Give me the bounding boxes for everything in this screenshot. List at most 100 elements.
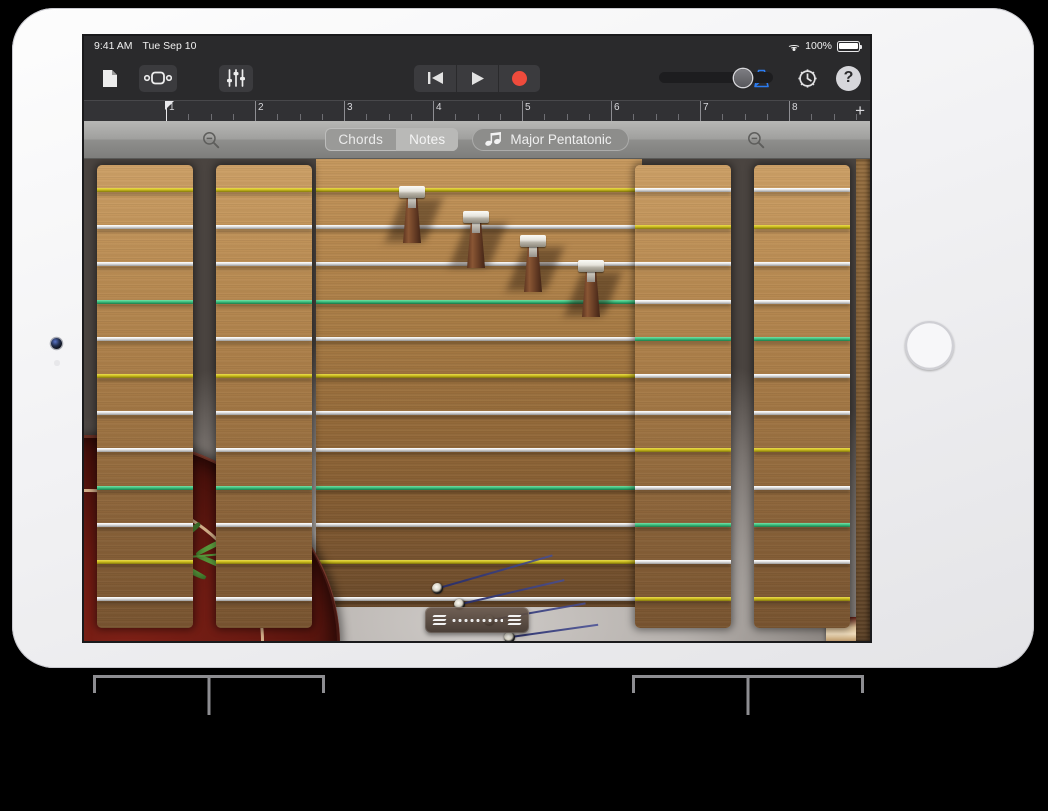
string-green[interactable]	[216, 486, 312, 490]
transport-controls	[414, 65, 540, 92]
string-white[interactable]	[635, 188, 731, 192]
string-panel-1[interactable]	[97, 165, 193, 628]
scale-button[interactable]: Major Pentatonic	[472, 128, 628, 151]
tab-chords[interactable]: Chords	[325, 128, 396, 151]
string-white[interactable]	[216, 225, 312, 229]
string-white[interactable]	[216, 262, 312, 266]
ruler-tick	[834, 114, 835, 120]
ruler-tick	[277, 114, 278, 120]
string-white[interactable]	[635, 300, 731, 304]
string-panel-4[interactable]	[754, 165, 850, 628]
string-panel-3[interactable]	[635, 165, 731, 628]
zoom-out-left-button[interactable]	[197, 126, 225, 154]
ruler-tick	[455, 114, 456, 120]
ruler-tick	[500, 114, 501, 120]
string-white[interactable]	[97, 411, 193, 415]
add-section-button[interactable]: +	[855, 102, 865, 119]
record-button[interactable]	[498, 65, 540, 92]
string-white[interactable]	[754, 300, 850, 304]
string-white[interactable]	[754, 486, 850, 490]
ruler-tick	[656, 114, 657, 120]
main-toolbar: ?	[84, 56, 870, 100]
string-white[interactable]	[97, 448, 193, 452]
tracks-view-icon	[144, 71, 172, 85]
string-yellow[interactable]	[97, 560, 193, 564]
ruler-tick	[389, 114, 390, 120]
koto-instrument[interactable]	[84, 159, 870, 641]
status-time: 9:41 AM	[94, 40, 133, 52]
rewind-to-start-icon	[427, 71, 444, 85]
string-white[interactable]	[635, 560, 731, 564]
navigation-button[interactable]	[93, 65, 127, 92]
wifi-icon	[787, 41, 800, 51]
string-white[interactable]	[97, 225, 193, 229]
chords-notes-toggle[interactable]: Chords Notes	[325, 128, 458, 151]
string-white[interactable]	[216, 411, 312, 415]
playhead[interactable]	[166, 101, 175, 122]
string-yellow[interactable]	[216, 374, 312, 378]
string-yellow[interactable]	[754, 225, 850, 229]
ruler-tick	[233, 114, 234, 120]
string-yellow[interactable]	[635, 597, 731, 601]
magnifier-minus-icon	[202, 131, 220, 149]
zoom-out-right-button[interactable]	[742, 126, 770, 154]
string-white[interactable]	[216, 597, 312, 601]
string-green[interactable]	[635, 523, 731, 527]
string-white[interactable]	[754, 262, 850, 266]
string-white[interactable]	[754, 411, 850, 415]
settings-button[interactable]	[790, 65, 824, 92]
tablet-device: 9:41 AM Tue Sep 10 100%	[12, 8, 1034, 668]
string-yellow[interactable]	[216, 560, 312, 564]
status-date: Tue Sep 10	[143, 40, 197, 52]
string-panel-2[interactable]	[216, 165, 312, 628]
string-white[interactable]	[97, 262, 193, 266]
mixer-button[interactable]	[219, 65, 253, 92]
string-yellow[interactable]	[216, 188, 312, 192]
string-white[interactable]	[754, 560, 850, 564]
string-green[interactable]	[754, 337, 850, 341]
faders-icon	[226, 69, 246, 87]
string-green[interactable]	[635, 337, 731, 341]
glissando-bar[interactable]	[425, 607, 529, 633]
string-white[interactable]	[754, 374, 850, 378]
string-white[interactable]	[216, 448, 312, 452]
string-green[interactable]	[754, 523, 850, 527]
ruler-header	[84, 101, 166, 121]
string-white[interactable]	[635, 486, 731, 490]
string-white[interactable]	[754, 188, 850, 192]
battery-full-icon	[837, 41, 860, 52]
view-mode-button[interactable]	[139, 65, 177, 92]
master-volume-slider[interactable]	[659, 72, 773, 83]
ruler-tick	[300, 114, 301, 120]
string-green[interactable]	[216, 300, 312, 304]
string-white[interactable]	[635, 411, 731, 415]
string-yellow[interactable]	[97, 188, 193, 192]
string-white[interactable]	[97, 337, 193, 341]
help-button[interactable]: ?	[836, 66, 861, 91]
string-yellow[interactable]	[635, 225, 731, 229]
tab-notes[interactable]: Notes	[396, 128, 458, 151]
home-button[interactable]	[905, 321, 954, 370]
string-white[interactable]	[216, 337, 312, 341]
timeline-ruler[interactable]: 1 2 3 4 5 6 7 8 +	[84, 100, 870, 121]
string-white[interactable]	[216, 523, 312, 527]
string-yellow[interactable]	[754, 597, 850, 601]
string-yellow[interactable]	[635, 448, 731, 452]
rewind-button[interactable]	[414, 65, 456, 92]
string-green[interactable]	[97, 300, 193, 304]
string-white[interactable]	[635, 262, 731, 266]
tail-string	[439, 555, 553, 589]
ruler-tick	[678, 114, 679, 120]
battery-percent: 100%	[805, 40, 832, 52]
master-volume-knob[interactable]	[734, 69, 752, 87]
string-white[interactable]	[97, 597, 193, 601]
glissando-track[interactable]	[451, 619, 503, 622]
string-white[interactable]	[97, 523, 193, 527]
ruler-tick	[811, 114, 812, 120]
string-green[interactable]	[97, 486, 193, 490]
string-yellow[interactable]	[754, 448, 850, 452]
string-white[interactable]	[635, 374, 731, 378]
play-button[interactable]	[456, 65, 498, 92]
string-yellow[interactable]	[97, 374, 193, 378]
ruler-tick	[478, 114, 479, 120]
